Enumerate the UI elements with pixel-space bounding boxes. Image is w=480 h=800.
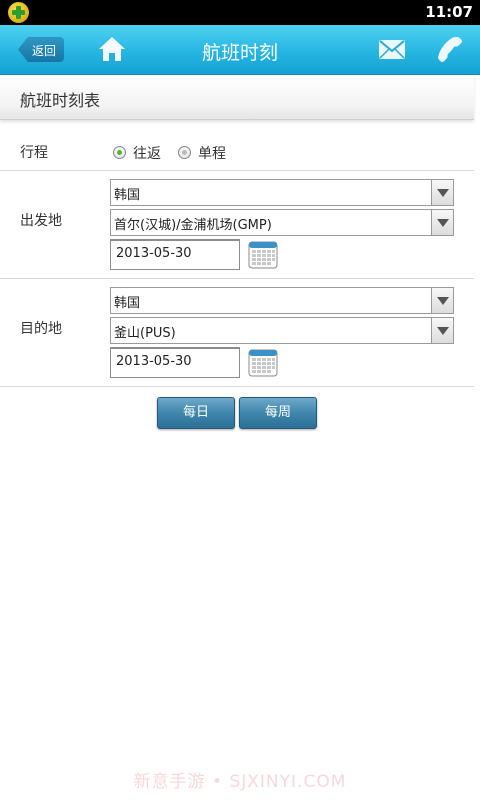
dropdown-arrow-icon[interactable] [431,210,453,235]
destination-airport-select[interactable]: 釜山(PUS) [110,317,454,344]
status-time: 11:07 [425,3,473,21]
calendar-icon[interactable] [248,348,278,377]
daily-button[interactable]: 每日 [157,397,235,429]
departure-date-input[interactable]: 2013-05-30 [110,239,240,270]
section-header: 航班时刻表 [0,76,474,120]
radio-one-way-label: 单程 [198,146,226,162]
radio-one-way[interactable]: 单程 [178,143,228,162]
radio-round-trip[interactable]: 往返 [113,143,163,162]
dropdown-arrow-icon[interactable] [431,288,453,313]
departure-country-value: 韩国 [114,188,141,203]
section-title: 航班时刻表 [20,91,101,110]
dropdown-arrow-icon[interactable] [431,318,453,343]
weekly-button[interactable]: 每周 [239,397,317,429]
title-bar: 返回 航班时刻 [0,25,480,75]
status-bar: 11:07 [0,0,480,25]
departure-country-select[interactable]: 韩国 [110,179,454,206]
watermark: 新意手游 • SJXINYI.COM [133,772,347,792]
page-title: 航班时刻 [201,42,278,64]
dropdown-arrow-icon[interactable] [431,180,453,205]
departure-label: 出发地 [20,213,62,229]
divider [0,278,474,279]
calendar-icon[interactable] [248,240,278,269]
radio-round-trip-label: 往返 [133,146,161,162]
divider [0,386,474,387]
destination-date-value: 2013-05-30 [116,354,192,369]
departure-date-value: 2013-05-30 [116,246,192,261]
destination-date-input[interactable]: 2013-05-30 [110,347,240,378]
departure-airport-select[interactable]: 首尔(汉城)/金浦机场(GMP) [110,209,454,236]
departure-airport-value: 首尔(汉城)/金浦机场(GMP) [114,218,272,233]
mail-icon[interactable] [378,39,406,60]
phone-icon[interactable] [436,35,464,63]
destination-airport-value: 釜山(PUS) [114,326,176,341]
divider [0,170,474,171]
destination-country-select[interactable]: 韩国 [110,287,454,314]
destination-label: 目的地 [20,321,62,337]
trip-label: 行程 [20,145,48,161]
destination-country-value: 韩国 [114,296,141,311]
plus-app-icon [8,2,29,23]
